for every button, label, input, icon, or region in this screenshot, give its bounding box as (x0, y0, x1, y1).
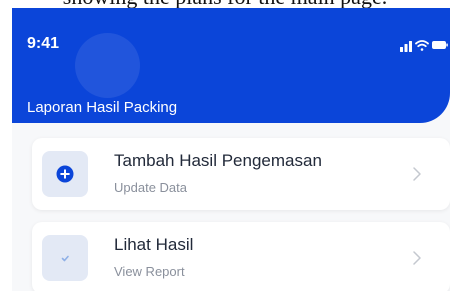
menu-icon-box (42, 235, 88, 281)
decorative-circle (75, 33, 140, 98)
plus-circle-icon (56, 165, 74, 183)
menu-card-tambah-hasil[interactable]: Tambah Hasil Pengemasan Update Data (32, 138, 450, 210)
chevron-right-icon (413, 167, 421, 181)
menu-subtitle: Update Data (114, 180, 187, 195)
menu-card-lihat-hasil[interactable]: Lihat Hasil View Report (32, 222, 450, 291)
menu-icon-box (42, 151, 88, 197)
check-icon (61, 255, 69, 262)
battery-icon (432, 41, 448, 49)
signal-icon (400, 41, 412, 52)
caption-text: showing the plans for the main page. (0, 0, 450, 8)
page-title: Laporan Hasil Packing (27, 99, 178, 116)
menu-subtitle: View Report (114, 264, 185, 279)
status-bar-icons (400, 40, 448, 52)
chevron-right-icon (413, 251, 421, 265)
wifi-icon (415, 40, 429, 51)
menu-title: Tambah Hasil Pengemasan (114, 151, 322, 170)
menu-title: Lihat Hasil (114, 235, 194, 254)
status-time: 9:41 (27, 35, 60, 52)
phone-screen: 9:41 Laporan Hasil Packing Tambah Hasil … (12, 8, 450, 291)
app-header: 9:41 Laporan Hasil Packing (12, 8, 450, 123)
